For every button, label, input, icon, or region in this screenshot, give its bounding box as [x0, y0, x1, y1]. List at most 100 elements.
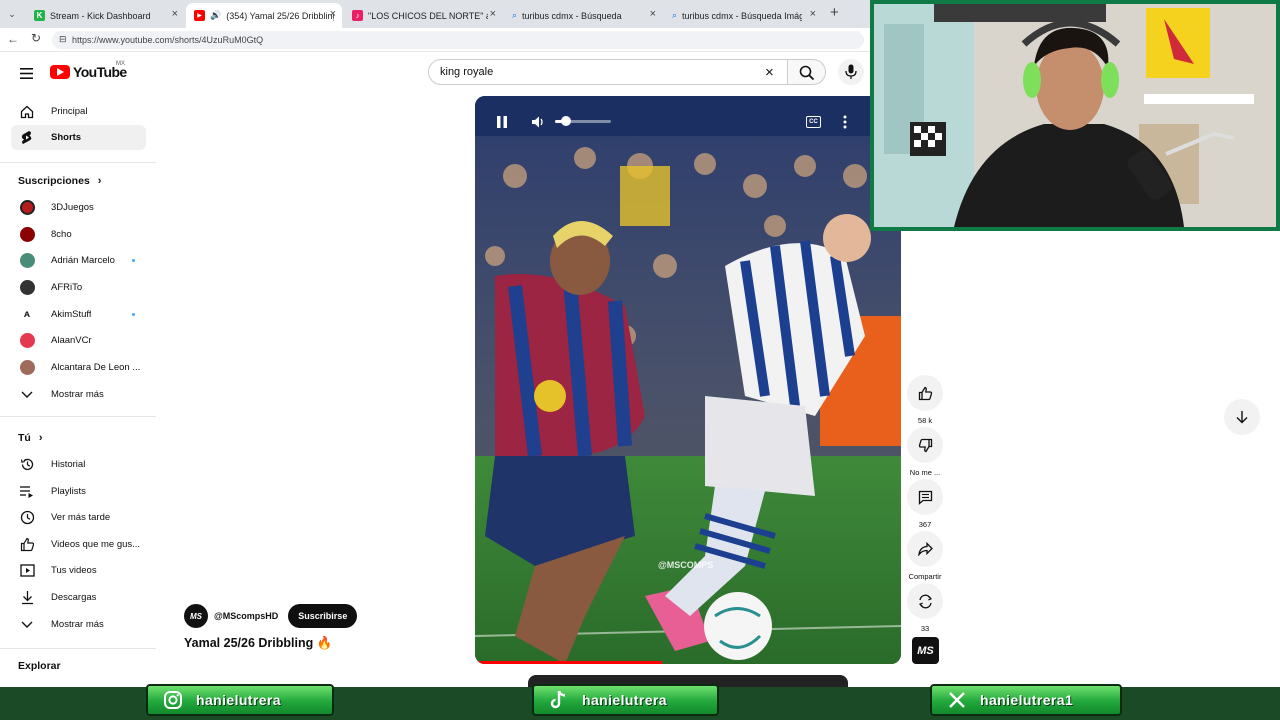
reload-icon[interactable]: ↻ [31, 31, 41, 45]
volume-button[interactable] [531, 115, 545, 129]
sidebar-item-label: 8cho [51, 229, 72, 240]
comments-button[interactable] [907, 479, 943, 515]
menu-icon[interactable] [20, 66, 34, 79]
sidebar-item-label: Ver más tarde [51, 512, 111, 523]
sidebar-item-liked-videos[interactable]: Videos que me gus... [11, 532, 146, 557]
sidebar-item-label: Shorts [51, 132, 82, 143]
sidebar-item-history[interactable]: Historial [11, 452, 146, 477]
remix-action: 33 [906, 583, 944, 633]
heading-text: Explorar [18, 660, 61, 672]
sidebar-item-shorts[interactable]: Shorts [11, 125, 146, 150]
channel-badge[interactable]: MS [912, 637, 939, 664]
sidebar-item-label: Descargas [51, 592, 97, 603]
channel-name[interactable]: @MScompsHD [214, 611, 278, 621]
comment-icon [918, 490, 932, 505]
share-label: Compartir [908, 572, 942, 581]
volume-slider-handle[interactable] [561, 116, 571, 126]
instagram-handle: hanielutrera [196, 692, 281, 708]
captions-button[interactable]: CC [806, 116, 821, 128]
x-handle: hanielutrera1 [980, 692, 1074, 708]
video-progress-bar[interactable] [475, 661, 663, 664]
dislike-button[interactable] [907, 427, 943, 463]
more-options-icon[interactable] [842, 115, 848, 129]
sidebar-item-downloads[interactable]: Descargas [11, 585, 146, 610]
tab-album[interactable]: ♪ "LOS CHICOS DEL NORTE" álbum × [344, 3, 502, 28]
url-field[interactable]: ⊟ https://www.youtube.com/shorts/4UzuRuM… [52, 31, 864, 49]
channel-row: MS @MScompsHD Suscribirse [184, 604, 358, 628]
voice-search-button[interactable] [838, 59, 864, 85]
tiktok-icon [548, 689, 570, 711]
search-button[interactable] [788, 59, 826, 85]
new-content-dot [132, 259, 135, 262]
close-icon[interactable]: × [650, 8, 656, 20]
tab-label: Stream - Kick Dashboard [50, 10, 151, 21]
instagram-icon [162, 689, 184, 711]
tab-youtube-short[interactable]: ▶ 🔊 (354) Yamal 25/26 Dribbling × [186, 3, 342, 28]
sidebar-item-alcantara[interactable]: Alcantara De Leon ... [11, 355, 146, 380]
sidebar-item-adrian-marcelo[interactable]: Adrián Marcelo [11, 248, 146, 273]
subscribe-button[interactable]: Suscribirse [288, 604, 358, 628]
sidebar-item-label: Adrián Marcelo [51, 255, 115, 266]
video-title[interactable]: Yamal 25/26 Dribbling 🔥 [184, 636, 332, 651]
tab-search-button[interactable]: ⌄ [4, 6, 20, 22]
heading-text: Tú [18, 432, 31, 444]
webcam-image [874, 4, 1276, 227]
sidebar-item-label: AlaanVCr [51, 335, 92, 346]
music-icon: ♪ [352, 10, 363, 21]
divider [0, 648, 156, 649]
sidebar-item-home[interactable]: Principal [11, 99, 146, 124]
search-input[interactable]: king royale × [428, 59, 788, 85]
tab-search-turibus-images[interactable]: ⌕ turibus cdmx - Búsqueda Imágene × [664, 3, 822, 28]
speaker-icon[interactable]: 🔊 [210, 10, 221, 21]
sidebar-item-akimstuff[interactable]: ᴀ AkimStuff [11, 302, 146, 327]
sidebar-item-label: Historial [51, 459, 86, 470]
avatar [19, 280, 35, 295]
sidebar-item-label: Mostrar más [51, 389, 104, 400]
back-icon[interactable]: ← [7, 32, 19, 46]
volume-slider[interactable] [555, 116, 611, 126]
close-icon[interactable]: × [172, 8, 178, 20]
search-icon [799, 65, 815, 81]
sidebar-item-3djuegos[interactable]: 3DJuegos [11, 195, 146, 220]
pause-button[interactable] [495, 114, 509, 130]
next-short-button[interactable] [1224, 399, 1260, 435]
channel-avatar[interactable]: MS [184, 604, 208, 628]
tab-search-turibus[interactable]: ⌕ turibus cdmx - Búsqueda × [504, 3, 662, 28]
like-action: 58 k [906, 375, 944, 425]
sidebar-item-label: AFRiTo [51, 282, 83, 293]
watch-later-icon [19, 510, 35, 526]
sidebar-item-your-videos[interactable]: Tus videos [11, 558, 146, 583]
site-info-icon[interactable]: ⊟ [59, 34, 67, 45]
chevron-down-icon [19, 617, 35, 633]
tab-label: turibus cdmx - Búsqueda [522, 10, 622, 21]
sidebar-item-watch-later[interactable]: Ver más tarde [11, 505, 146, 530]
sidebar-item-alaanvcr[interactable]: AlaanVCr [11, 328, 146, 353]
like-button[interactable] [907, 375, 943, 411]
subscriptions-heading[interactable]: Suscripciones › [18, 175, 101, 187]
tab-kick-dashboard[interactable]: K Stream - Kick Dashboard × [26, 3, 184, 28]
tab-label: (354) Yamal 25/26 Dribbling [226, 10, 335, 21]
clear-search-icon[interactable]: × [765, 64, 774, 81]
sidebar-item-label: Playlists [51, 486, 86, 497]
close-icon[interactable]: × [490, 8, 496, 20]
share-button[interactable] [907, 531, 943, 567]
x-icon [946, 689, 968, 711]
shorts-video-player[interactable]: CC @MSCOMPS [475, 96, 901, 664]
close-icon[interactable]: × [330, 8, 336, 20]
remix-button[interactable] [907, 583, 943, 619]
youtube-icon: ▶ [194, 10, 205, 21]
sidebar-item-playlists[interactable]: Playlists [11, 479, 146, 504]
show-more-subscriptions[interactable]: Mostrar más [11, 382, 146, 407]
sidebar-item-8cho[interactable]: 8cho [11, 222, 146, 247]
youtube-logo[interactable]: YouTube MX [50, 61, 127, 80]
new-tab-button[interactable]: + [830, 4, 839, 21]
sidebar-item-afrito[interactable]: AFRiTo [11, 275, 146, 300]
close-icon[interactable]: × [810, 8, 816, 20]
you-heading[interactable]: Tú › [18, 432, 43, 444]
sidebar-item-label: Alcantara De Leon ... [51, 362, 141, 373]
like-count: 58 k [917, 416, 933, 425]
divider [0, 162, 156, 163]
show-more-you[interactable]: Mostrar más [11, 612, 146, 637]
search-icon: ⌕ [672, 10, 678, 20]
volume-icon [532, 116, 543, 128]
